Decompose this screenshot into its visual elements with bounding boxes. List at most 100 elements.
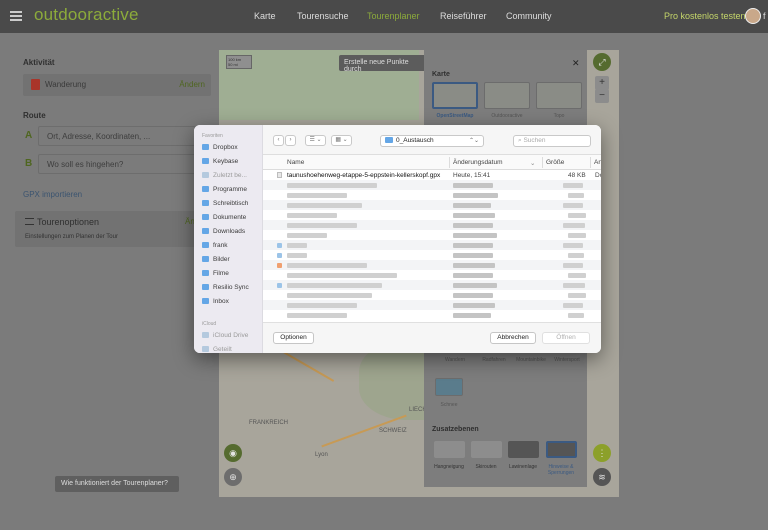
table-row[interactable] (263, 250, 601, 260)
point-a-marker: A (25, 130, 33, 141)
table-row[interactable] (263, 200, 601, 210)
cancel-button[interactable]: Abbrechen (490, 332, 536, 344)
sidebar-item-keybase[interactable]: Keybase (202, 158, 238, 165)
tile-openstreetmap[interactable] (432, 82, 478, 109)
icloud-heading: iCloud (202, 321, 217, 327)
column-date[interactable]: Änderungsdatum (453, 159, 503, 166)
overlays-heading: Zusatzebenen (432, 426, 479, 433)
search-placeholder: Suchen (523, 137, 546, 144)
avatar[interactable] (745, 8, 761, 24)
column-size[interactable]: Größe (546, 159, 564, 166)
zoom-out-button[interactable]: − (595, 89, 609, 103)
sidebar-item-programme[interactable]: Programme (202, 186, 247, 193)
blurred-name (287, 213, 337, 218)
logo[interactable]: outdooractive (34, 5, 139, 25)
sidebar-item-icloud-drive[interactable]: iCloud Drive (202, 332, 248, 339)
tile-outdooractive[interactable] (484, 82, 530, 109)
close-icon[interactable]: ✕ (572, 58, 580, 69)
activity-change-link[interactable]: Ändern (179, 80, 205, 89)
column-header: Name Änderungsdatum ⌄ Größe Art (263, 155, 601, 170)
sidebar-item-inbox[interactable]: Inbox (202, 298, 229, 305)
table-row[interactable] (263, 300, 601, 310)
map-label: Lyon (315, 452, 328, 458)
sidebar-item-desktop[interactable]: Schreibtisch (202, 200, 248, 207)
zoom-in-button[interactable]: + (595, 76, 609, 90)
table-row[interactable] (263, 310, 601, 320)
table-row[interactable] (263, 190, 601, 200)
sidebar-item-movies[interactable]: Filme (202, 270, 229, 277)
chevron-down-icon: ⌄ (530, 160, 536, 167)
sidebar-item-shared[interactable]: Geteilt (202, 346, 232, 353)
file-date: Heute, 15:41 (453, 172, 491, 179)
sidebar-item-resilio[interactable]: Resilio Sync (202, 284, 249, 291)
column-kind[interactable]: Art (594, 159, 601, 166)
search-field[interactable]: ⌕ Suchen (513, 135, 591, 147)
location-popup[interactable]: 0_Austausch ⌃⌄ (380, 135, 484, 147)
blurred-size (563, 283, 585, 288)
point-a-input[interactable]: Ort, Adresse, Koordinaten, ... (38, 126, 198, 146)
list-view-button[interactable]: ☰ ⌄ (305, 135, 326, 146)
table-row[interactable] (263, 240, 601, 250)
snow-label: Schnee (440, 402, 458, 408)
map-scale: 100 km 50 mi (226, 55, 252, 69)
nav-karte[interactable]: Karte (254, 11, 276, 21)
forward-button[interactable]: › (285, 135, 296, 146)
nav-tourensuche[interactable]: Tourensuche (297, 11, 349, 21)
back-button[interactable]: ‹ (273, 135, 284, 146)
nav-reisefuehrer[interactable]: Reiseführer (440, 11, 487, 21)
sidebar-item-dropbox[interactable]: Dropbox (202, 144, 238, 151)
overlay-slope[interactable] (434, 441, 465, 458)
gpx-import-link[interactable]: GPX importieren (23, 190, 82, 199)
hamburger-menu-icon[interactable] (10, 11, 22, 21)
locate-icon[interactable]: ◉ (224, 444, 242, 462)
table-row[interactable] (263, 180, 601, 190)
snow-tile[interactable] (435, 378, 463, 396)
nav-tourenplaner[interactable]: Tourenplaner (367, 11, 420, 21)
fullscreen-icon[interactable]: ⤢ (593, 53, 611, 71)
blurred-date (453, 303, 495, 308)
column-name[interactable]: Name (287, 159, 304, 166)
blurred-date (453, 183, 493, 188)
overlay-ski[interactable] (471, 441, 502, 458)
cloud-icon (202, 332, 209, 338)
more-icon[interactable]: ⋮ (593, 444, 611, 462)
options-button[interactable]: Optionen (273, 332, 314, 344)
table-row[interactable] (263, 270, 601, 280)
file-list: taunushoehenweg-etappe-5-eppstein-keller… (263, 170, 601, 322)
overlay-notices[interactable] (546, 441, 577, 458)
nav-community[interactable]: Community (506, 11, 552, 21)
overlay-avalanche[interactable] (508, 441, 539, 458)
blurred-name (287, 193, 347, 198)
pro-trial-link[interactable]: Pro kostenlos testen (664, 11, 746, 21)
sidebar-item-label: iCloud Drive (213, 332, 249, 339)
table-row[interactable] (263, 220, 601, 230)
grid-view-button[interactable]: ▦ ⌄ (331, 135, 352, 146)
howto-button[interactable]: Wie funktioniert der Tourenplaner? (55, 476, 179, 492)
table-row[interactable] (263, 260, 601, 270)
favorites-heading: Favoriten (202, 133, 223, 139)
table-row[interactable] (263, 290, 601, 300)
tour-options-box[interactable]: Tourenoptionen Än Einstellungen zum Plan… (15, 211, 205, 247)
table-row[interactable] (263, 280, 601, 290)
sidebar-item-documents[interactable]: Dokumente (202, 214, 246, 221)
file-icon (277, 263, 282, 268)
sidebar-item-recent[interactable]: Zuletzt be... (202, 172, 247, 179)
table-row[interactable] (263, 210, 601, 220)
activity-field[interactable]: Wanderung Ändern (23, 74, 211, 96)
layers-icon[interactable]: ≋ (593, 468, 611, 486)
sidebar-item-pictures[interactable]: Bilder (202, 256, 230, 263)
blurred-name (287, 283, 382, 288)
crosshair-icon[interactable]: ⊕ (224, 468, 242, 486)
sliders-icon (25, 218, 34, 225)
point-b-input[interactable]: Wo soll es hingehen? (38, 154, 198, 174)
table-row[interactable]: taunushoehenweg-etappe-5-eppstein-keller… (263, 170, 601, 180)
table-row[interactable] (263, 230, 601, 240)
sidebar-item-home[interactable]: frank (202, 242, 227, 249)
blurred-date (453, 313, 491, 318)
point-a-placeholder: Ort, Adresse, Koordinaten, ... (47, 132, 151, 141)
blurred-size (568, 273, 586, 278)
tile-topo[interactable] (536, 82, 582, 109)
sidebar-item-downloads[interactable]: Downloads (202, 228, 245, 235)
open-button[interactable]: Öffnen (542, 332, 590, 344)
blurred-date (453, 233, 497, 238)
